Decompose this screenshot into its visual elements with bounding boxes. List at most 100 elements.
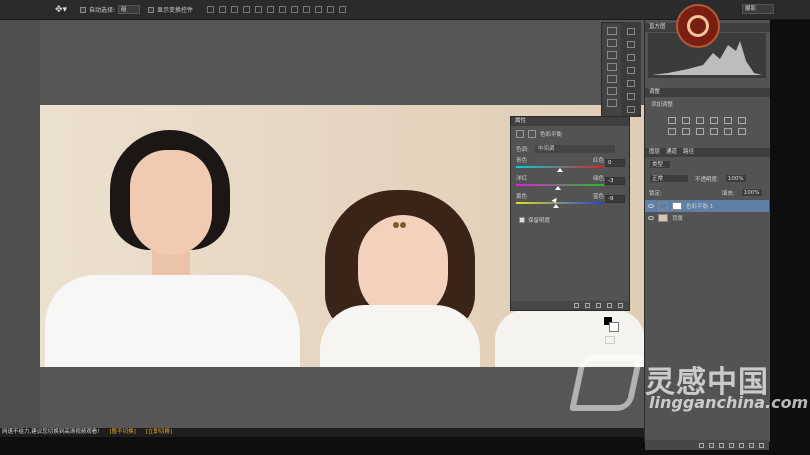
- trash-icon[interactable]: [618, 303, 623, 308]
- align-hcenter-icon[interactable]: [255, 6, 263, 13]
- clip-icon[interactable]: [574, 303, 579, 308]
- mask-thumb[interactable]: [672, 202, 682, 210]
- new-adjustment-icon[interactable]: [729, 442, 734, 448]
- slider-knob[interactable]: [557, 168, 563, 172]
- layer-row-color-balance[interactable]: 色彩平衡 1: [645, 200, 769, 212]
- quick-mask-icon[interactable]: [605, 336, 615, 344]
- move-icon[interactable]: [607, 27, 617, 35]
- color-slider[interactable]: 青色 红色 0: [511, 156, 629, 174]
- reset-icon[interactable]: [596, 303, 601, 308]
- levels-icon[interactable]: [681, 117, 690, 124]
- fx-icon[interactable]: [709, 442, 714, 448]
- auto-select-checkbox[interactable]: [80, 6, 86, 13]
- slider-value-input[interactable]: -3: [605, 177, 625, 185]
- move-tool-icon[interactable]: ✥▾: [50, 3, 72, 17]
- add-mask-icon[interactable]: [719, 442, 724, 448]
- exposure-icon[interactable]: [709, 117, 718, 124]
- hue-icon[interactable]: [737, 117, 746, 124]
- new-group-icon[interactable]: [739, 442, 744, 448]
- crop-icon[interactable]: [607, 75, 617, 83]
- layer-filter-dropdown[interactable]: 类型: [649, 160, 671, 169]
- fill-input[interactable]: 100%: [740, 188, 763, 197]
- color-balance-adj-icon[interactable]: [667, 128, 676, 135]
- tab-histogram[interactable]: 直方图: [649, 23, 666, 32]
- color-sampler-marker[interactable]: [400, 222, 406, 228]
- foreground-background-colors[interactable]: [603, 316, 619, 332]
- clone-source-icon[interactable]: [627, 93, 635, 100]
- distribute-hcenter-icon[interactable]: [327, 6, 335, 13]
- eye-icon[interactable]: [648, 216, 654, 220]
- lock-label: 锁定:: [649, 190, 662, 197]
- align-bottom-icon[interactable]: [231, 6, 239, 13]
- layer-row-background[interactable]: 背景: [645, 212, 769, 224]
- show-transform-option[interactable]: 显示变换控件: [148, 5, 193, 14]
- distribute-left-icon[interactable]: [315, 6, 323, 13]
- lasso-icon[interactable]: [607, 51, 617, 59]
- slider-track[interactable]: [516, 202, 604, 204]
- eyedropper-icon[interactable]: [607, 87, 617, 95]
- color-lookup-icon[interactable]: [723, 128, 732, 135]
- new-layer-icon[interactable]: [749, 442, 754, 448]
- properties-title: 属性: [511, 117, 629, 126]
- opacity-input[interactable]: 100%: [724, 174, 747, 183]
- quick-select-icon[interactable]: [607, 63, 617, 71]
- switch-now-link[interactable]: [立即切换]: [146, 428, 172, 437]
- play-icon[interactable]: [627, 41, 635, 48]
- blend-mode-dropdown[interactable]: 正常: [649, 174, 689, 183]
- fill-label: 填充:: [721, 190, 735, 197]
- slider-left-label: 青色: [516, 158, 528, 164]
- layers-footer: [645, 440, 769, 450]
- color-slider[interactable]: 洋红 绿色 -3: [511, 174, 629, 192]
- slider-knob[interactable]: [552, 204, 559, 208]
- background-color[interactable]: [609, 322, 619, 332]
- align-right-icon[interactable]: [267, 6, 275, 13]
- vibrance-icon[interactable]: [723, 117, 732, 124]
- distribute-bottom-icon[interactable]: [303, 6, 311, 13]
- color-sampler-marker[interactable]: [393, 222, 399, 228]
- brush-preset-icon[interactable]: [627, 80, 635, 87]
- slider-value-input[interactable]: -9: [605, 195, 625, 203]
- slider-right-label: 蓝色: [592, 194, 604, 200]
- woman-shirt: [45, 275, 300, 367]
- workspace-dropdown[interactable]: 摄影: [742, 4, 774, 14]
- invert-icon[interactable]: [737, 128, 746, 135]
- tone-dropdown[interactable]: 中间调: [534, 145, 615, 153]
- auto-select-dropdown[interactable]: 组: [118, 5, 141, 14]
- distribute-vcenter-icon[interactable]: [291, 6, 299, 13]
- tool-preset-icon[interactable]: [627, 106, 635, 113]
- panel-dock-icons: [621, 22, 641, 117]
- bw-icon[interactable]: [681, 128, 690, 135]
- tab-channels[interactable]: 通道: [666, 148, 677, 157]
- align-top-icon[interactable]: [207, 6, 215, 13]
- info-icon[interactable]: [627, 54, 635, 61]
- view-previous-icon[interactable]: [585, 303, 590, 308]
- visibility-icon[interactable]: [607, 303, 612, 308]
- align-left-icon[interactable]: [243, 6, 251, 13]
- not-switch-link[interactable]: [暂不切换]: [109, 428, 135, 437]
- show-transform-checkbox[interactable]: [148, 6, 155, 13]
- color-slider[interactable]: 黄色 蓝色 -9: [511, 192, 629, 210]
- photo-filter-icon[interactable]: [695, 128, 704, 135]
- preserve-luminosity-checkbox[interactable]: [519, 217, 525, 223]
- bottom-bar: [0, 437, 644, 455]
- distribute-right-icon[interactable]: [339, 6, 347, 13]
- paragraph-icon[interactable]: [627, 67, 635, 74]
- brush-icon[interactable]: [607, 99, 617, 107]
- marquee-icon[interactable]: [607, 39, 617, 47]
- distribute-top-icon[interactable]: [279, 6, 287, 13]
- curves-icon[interactable]: [695, 117, 704, 124]
- slider-knob[interactable]: [555, 186, 562, 190]
- slider-value-input[interactable]: 0: [605, 159, 625, 167]
- align-vcenter-icon[interactable]: [219, 6, 227, 13]
- auto-select-option[interactable]: 自动选择: 组: [80, 5, 141, 14]
- adjustments-title[interactable]: 调整: [649, 88, 660, 97]
- history-icon[interactable]: [627, 28, 635, 35]
- channel-mixer-icon[interactable]: [709, 128, 718, 135]
- mask-icon[interactable]: [528, 130, 536, 138]
- tab-paths[interactable]: 路径: [683, 148, 694, 157]
- link-icon[interactable]: [699, 442, 704, 448]
- brightness-icon[interactable]: [667, 117, 676, 124]
- eye-icon[interactable]: [648, 204, 654, 208]
- tab-layers[interactable]: 图层: [649, 148, 660, 157]
- delete-layer-icon[interactable]: [759, 442, 764, 448]
